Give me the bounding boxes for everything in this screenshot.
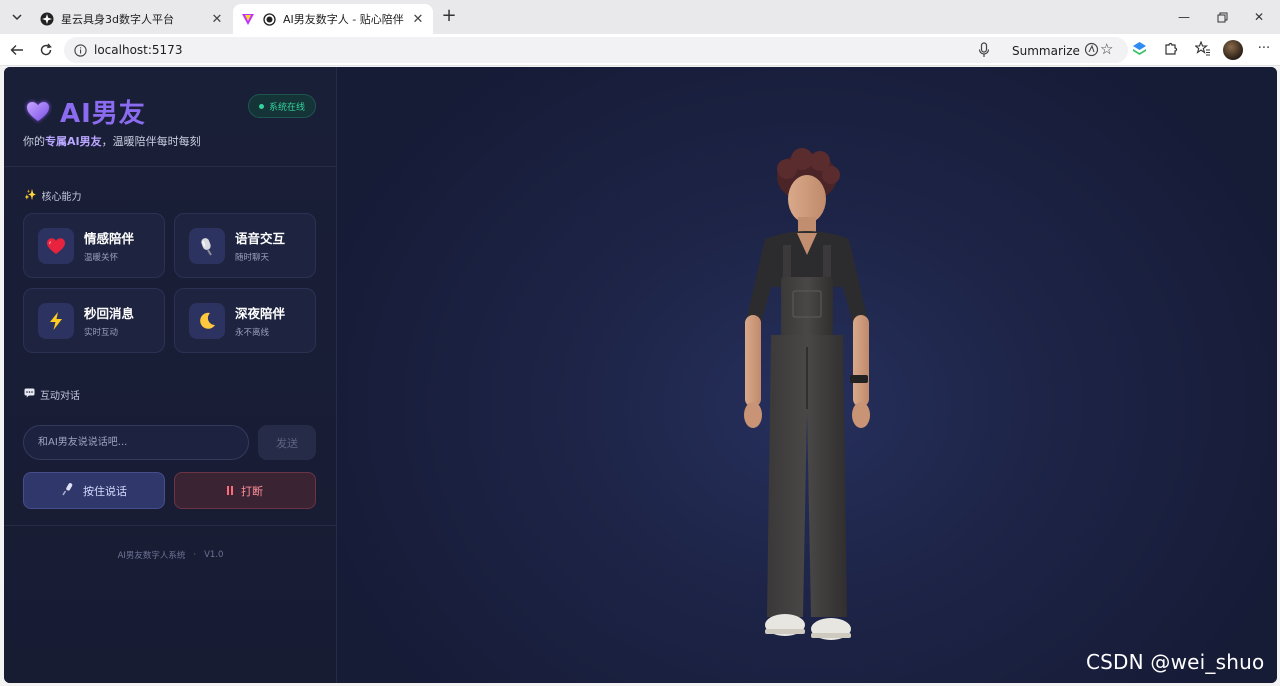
moon-icon [189,302,225,339]
browser-tab-active[interactable]: AI男友数字人 - 贴心陪伴 ✕ [233,4,433,34]
interrupt-button[interactable]: 打断 [174,472,316,509]
chat-title: 互动对话 [40,391,80,402]
app-window: AI男友 系统在线 你的专属AI男友，温暖陪伴每时每刻 ✨ 核心能力 情感陪伴 … [4,67,1277,683]
browser-toolbar: localhost:5173 Summarize ☆ ··· [0,34,1280,66]
recording-indicator-icon [262,12,276,26]
extension-colored-icon[interactable] [1130,39,1148,57]
sparkles-icon: ✨ [24,190,37,201]
avatar-stage[interactable] [337,67,1277,683]
vite-favicon-icon [241,12,255,26]
favorites-collection-icon[interactable] [1194,39,1212,57]
new-tab-plus-icon[interactable]: + [438,6,460,28]
profile-avatar[interactable] [1223,40,1243,60]
tagline-highlight: 专属AI男友 [45,135,102,148]
favorite-star-icon[interactable]: ☆ [1100,40,1113,58]
tagline-suffix: ，温暖陪伴每时每刻 [101,135,201,148]
system-status-badge: 系统在线 [248,94,316,118]
tab-title: 星云具身3d数字人平台 [61,13,174,26]
abilities-section-title: ✨ 核心能力 [24,188,81,203]
tagline-prefix: 你的 [23,135,45,148]
brand: AI男友 [24,93,146,130]
brand-title: AI男友 [60,99,146,129]
tab-title: AI男友数字人 - 贴心陪伴 [283,13,404,26]
speech-bubble-icon [24,388,35,401]
ability-card-voice[interactable]: 语音交互 随时聊天 [174,213,316,278]
abilities-title: 核心能力 [41,192,82,203]
status-dot [258,103,264,109]
interrupt-label: 打断 [241,484,263,498]
ability-title: 语音交互 [235,231,286,246]
summarize-button[interactable]: Summarize [1012,42,1099,60]
address-bar[interactable]: localhost:5173 Summarize ☆ [64,37,1128,63]
divider [4,525,337,526]
ability-card-emotional[interactable]: 情感陪伴 温暖关怀 [23,213,165,278]
sidebar: AI男友 系统在线 你的专属AI男友，温暖陪伴每时每刻 ✨ 核心能力 情感陪伴 … [4,67,337,683]
microphone-icon [61,482,75,499]
ability-card-instant-reply[interactable]: 秒回消息 实时互动 [23,288,165,353]
tab-list-chevron-icon[interactable] [6,6,28,28]
footer-separator: · [193,550,197,560]
browser-tab-strip: 星云具身3d数字人平台 ✕ AI男友数字人 - 贴心陪伴 ✕ + — ✕ [0,0,1280,34]
footer-system-name: AI男友数字人系统 [117,551,186,561]
microphone-icon [189,227,225,264]
status-label: 系统在线 [268,102,305,113]
digital-human-avatar[interactable] [707,147,907,667]
heart-icon [38,227,74,264]
chat-section-title: 互动对话 [24,387,80,402]
ability-subtitle: 随时聊天 [235,253,270,263]
chat-message-input[interactable] [23,425,249,460]
tab-close-icon[interactable]: ✕ [411,12,425,27]
ability-title: 深夜陪伴 [235,306,286,321]
divider [4,166,337,167]
send-button[interactable]: 发送 [258,425,316,460]
ability-title: 秒回消息 [84,306,135,321]
push-to-talk-button[interactable]: 按住说话 [23,472,165,509]
site-info-icon[interactable] [68,43,92,57]
tab-close-icon[interactable]: ✕ [210,12,224,27]
tagline: 你的专属AI男友，温暖陪伴每时每刻 [23,133,201,149]
reload-icon[interactable] [34,38,58,62]
restore-window-icon[interactable] [1203,0,1241,34]
minimize-icon[interactable]: — [1165,0,1203,34]
site-favicon-icon [40,12,54,26]
ability-subtitle: 实时互动 [84,328,119,338]
ability-subtitle: 温暖关怀 [84,253,119,263]
url-text: localhost:5173 [94,43,183,57]
push-to-talk-label: 按住说话 [83,484,127,498]
more-options-icon[interactable]: ··· [1255,39,1273,57]
brand-heart-icon [26,100,50,122]
close-window-icon[interactable]: ✕ [1240,0,1278,34]
extensions-puzzle-icon[interactable] [1161,39,1179,57]
lightning-icon [38,302,74,339]
pause-icon [227,486,233,495]
copilot-icon [1084,42,1099,60]
watermark: CSDN @wei_shuo [1086,650,1265,674]
footer-version: V1.0 [204,550,224,560]
back-arrow-icon[interactable] [5,38,29,62]
ability-subtitle: 永不离线 [235,328,270,338]
ability-title: 情感陪伴 [84,231,135,246]
ability-card-late-night[interactable]: 深夜陪伴 永不离线 [174,288,316,353]
voice-search-icon[interactable] [978,42,990,62]
browser-tab[interactable]: 星云具身3d数字人平台 ✕ [32,4,232,34]
sidebar-footer: AI男友数字人系统 · V1.0 [4,538,337,572]
summarize-label: Summarize [1012,44,1080,58]
